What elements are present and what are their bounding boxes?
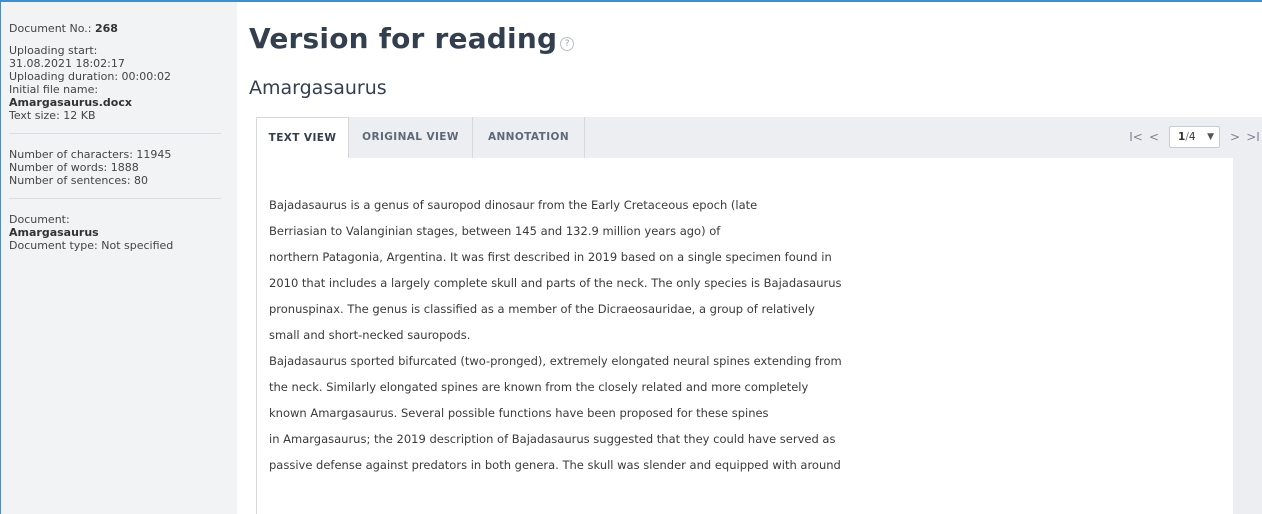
document-label: Document: (9, 213, 70, 226)
upload-start-value: 31.08.2021 18:02:17 (9, 57, 125, 70)
text-line: Bajadasaurus sported bifurcated (two-pro… (269, 354, 842, 368)
document-number: Document No.: 268 (9, 22, 237, 35)
text-line: passive defense against predators in bot… (269, 458, 841, 472)
chevron-down-icon: ▼ (1207, 132, 1214, 142)
page-select[interactable]: 1/4 ▼ (1169, 126, 1220, 148)
text-line: small and short-necked sauropods. (269, 328, 471, 342)
previous-page-button[interactable]: < (1145, 130, 1163, 144)
page-navigator: I< < 1/4 ▼ > >I (1127, 125, 1262, 149)
text-line: known Amargasaurus. Several possible fun… (269, 406, 769, 420)
last-page-button[interactable]: >I (1244, 130, 1262, 144)
reading-panel: TEXT VIEW ORIGINAL VIEW ANNOTATION I< < … (256, 117, 1262, 514)
tab-annotation[interactable]: ANNOTATION (473, 117, 585, 158)
text-line: in Amargasaurus; the 2019 description of… (269, 432, 836, 446)
text-stats: Number of characters: 11945 Number of wo… (9, 148, 237, 187)
document-name: Amargasaurus (9, 226, 99, 239)
next-page-button[interactable]: > (1226, 130, 1244, 144)
document-info-sidebar: Document No.: 268 Uploading start: 31.08… (1, 2, 237, 514)
upload-start-label: Uploading start: (9, 44, 98, 57)
initial-file-name: Amargasaurus.docx (9, 96, 132, 109)
initial-file-label: Initial file name: (9, 83, 99, 96)
text-line: 2010 that includes a largely complete sk… (269, 276, 842, 290)
document-type: Document type: Not specified (9, 239, 174, 252)
panel-margin (1233, 158, 1262, 514)
tab-text-view[interactable]: TEXT VIEW (256, 117, 349, 158)
page-title-text: Version for reading (249, 22, 558, 55)
text-line: the neck. Similarly elongated spines are… (269, 380, 809, 394)
document-text: Bajadasaurus is a genus of sauropod dino… (256, 158, 1233, 514)
text-line: pronuspinax. The genus is classified as … (269, 302, 815, 316)
document-number-label: Document No.: (9, 22, 95, 35)
text-size: Text size: 12 KB (9, 109, 96, 122)
sidebar-divider (9, 133, 221, 134)
help-icon[interactable]: ? (560, 37, 575, 51)
text-line: Berriasian to Valanginian stages, betwee… (269, 224, 721, 238)
text-line: Bajadasaurus is a genus of sauropod dino… (269, 198, 758, 212)
total-pages: 4 (1188, 131, 1196, 143)
upload-duration: Uploading duration: 00:00:02 (9, 70, 171, 83)
sentence-count: Number of sentences: 80 (9, 174, 149, 187)
current-page: 1 (1178, 131, 1186, 143)
tab-original-view[interactable]: ORIGINAL VIEW (349, 117, 473, 158)
page-title: Version for reading? (249, 22, 575, 55)
character-count: Number of characters: 11945 (9, 148, 172, 161)
word-count: Number of words: 1888 (9, 161, 139, 174)
document-number-value: 268 (94, 22, 118, 35)
main-content: Version for reading? Amargasaurus TEXT V… (249, 0, 1262, 514)
document-details: Document: Amargasaurus Document type: No… (9, 213, 237, 252)
document-heading: Amargasaurus (249, 77, 387, 99)
first-page-button[interactable]: I< (1127, 130, 1145, 144)
sidebar-divider (9, 198, 221, 199)
text-line: northern Patagonia, Argentina. It was fi… (269, 250, 832, 264)
